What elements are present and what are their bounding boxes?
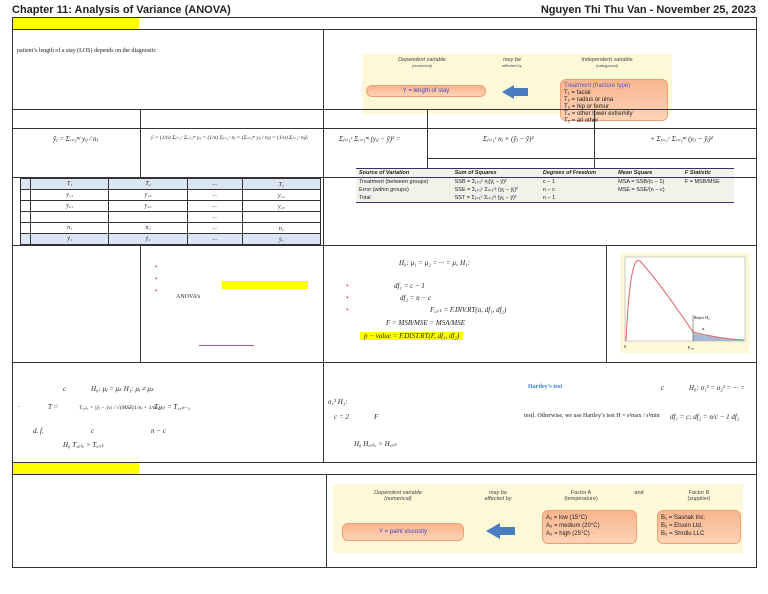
- f-dist-cell: Reject H₀ α 0 F꜀ᵣᵢₜ: [606, 245, 757, 363]
- empty-cell: [140, 109, 324, 129]
- tukey-reject: H₀ T꜀ₐₗ꜀ > T꜀ᵣᵢₜ: [63, 441, 104, 449]
- hypothesis: H₀: μ₁ = μ₂ = ··· = μ꜀ H₁:: [399, 259, 470, 267]
- tukey-cell: c H₀: μⱼ = μₖ H₁: μⱼ ≠ μₖ · T = T꜀ₐₗ꜀ = …: [12, 362, 324, 463]
- grand-mean-cell: ȳ = (1/n) Σⱼ₌₁ᶜ Σᵢ₌₁ⁿʲ yᵢⱼ = (1/n) Σⱼ₌₁ᶜ…: [140, 128, 324, 178]
- hartley-link[interactable]: Hartley’s test: [528, 384, 562, 390]
- bullet: •: [155, 263, 158, 271]
- intro-text: patient’s length of a stay (LOS) depends…: [17, 48, 157, 54]
- diagram-los: Dependent variable (numerical) may be affe…: [362, 54, 672, 124]
- bullet: •: [346, 306, 349, 314]
- table-row: y₂₁ y₂₂... y₂꜀: [20, 200, 322, 212]
- bullet: •: [155, 287, 158, 295]
- anova-table-cell: Source of Variation Sum of Squares Degrees…: [323, 168, 757, 246]
- hartley-df: df₁ = c; df₂ = n/c − 1 df₂: [670, 413, 740, 421]
- intro-cell: patient’s length of a stay (LOS) depends…: [12, 29, 324, 110]
- bullet: •: [155, 275, 158, 283]
- tukey-t: T =: [48, 403, 59, 411]
- f-test-cell: H₀: μ₁ = μ₂ = ··· = μ꜀ H₁: • • • df₁ = c…: [323, 245, 607, 363]
- bullet: •: [346, 282, 349, 290]
- group-mean-formula: ȳⱼ = Σᵢ₌₁ⁿʲ yᵢⱼ / nⱼ: [53, 135, 98, 143]
- arrow-left-icon: [486, 523, 500, 539]
- tukey-nc: n − c: [151, 427, 166, 435]
- table-row: ȳ₁ ȳ₂... ȳ꜀: [20, 233, 322, 245]
- table-row: Total SST = Σⱼ₌₁ᶜ Σᵢ₌₁ⁿʲ (yᵢⱼ − ȳ)² n − 1: [359, 195, 556, 201]
- link-underline[interactable]: [199, 345, 254, 346]
- p-value: p − value = F.DIST.RT(F, df₁, df₂): [360, 332, 464, 340]
- empty-cell: [12, 109, 141, 129]
- table-row: Error (within groups) SSE = Σⱼ₌₁ᶜ Σᵢ₌₁ⁿʲ …: [359, 187, 665, 193]
- tukey-tcrit: T꜀ᵣᵢₜ = T꜀,ₙ₋꜀: [154, 403, 191, 411]
- sse-cell: + Σⱼ₌₁ᶜ Σᵢ₌₁ⁿʲ (yᵢⱼ − ȳⱼ)²: [594, 128, 757, 159]
- hartley-hyp2: σ꜀² H₁:: [328, 398, 348, 406]
- tukey-tcalc: T꜀ₐₗ꜀ = |ȳⱼ − ȳₖ| / √(MSE(1/nⱼ + 1/nₖ)): [79, 405, 162, 411]
- hartley-c: c: [661, 384, 665, 392]
- factor-b-box: B₁ = Sasnak Inc. B₂ = Etsoin Ltd. B₃ = Shr…: [657, 510, 741, 544]
- hartley-text: test]. Otherwise, we use Hartley’s test …: [524, 413, 660, 419]
- bullet: •: [346, 294, 349, 302]
- factor-a-box: A₁ = low (15°C) A₂ = medium (20°C) A₃ = hi…: [542, 510, 637, 544]
- alpha-label: α: [702, 326, 704, 331]
- f-stat: F = MSB/MSE = MSA/MSE: [386, 319, 466, 327]
- may-be-label-2: may be affected by: [484, 490, 512, 502]
- bullet: ·: [18, 403, 21, 411]
- dep-label: Dependent variable (numerical): [398, 57, 446, 68]
- arrow-left-shaft: [499, 527, 515, 535]
- zero-label: 0: [624, 344, 626, 349]
- empty-cell: [12, 474, 327, 568]
- f-distribution-chart: Reject H₀ α 0 F꜀ᵣᵢₜ: [620, 253, 750, 353]
- ssb-formula: Σⱼ₌₁ᶜ nⱼ × (ȳⱼ − ȳ)²: [483, 135, 534, 143]
- author-date: Nguyen Thi Thu Van - November 25, 2023: [540, 4, 756, 16]
- sse-formula: + Σⱼ₌₁ᶜ Σᵢ₌₁ⁿʲ (yᵢⱼ − ȳⱼ)²: [650, 135, 713, 143]
- grand-mean-formula: ȳ = (1/n) Σⱼ₌₁ᶜ Σᵢ₌₁ⁿʲ yᵢⱼ = (1/n) Σⱼ₌₁ᶜ…: [151, 135, 309, 141]
- hartley-cell: Hartley’s test c H₀: σ₁² = σ₂² = ··· = σ…: [323, 362, 757, 463]
- hartley-reject: H₀ H꜀ₐₗ꜀ > H꜀ᵣᵢₜ: [354, 440, 397, 448]
- factor-a-label: Factor A (temperature): [564, 490, 598, 502]
- section-highlight-2: [13, 463, 139, 474]
- empty-cell: [427, 109, 595, 129]
- diagram1-cell: Dependent variable (numerical) may be affe…: [323, 29, 757, 124]
- table-row: T₁ T₂... T꜀: [20, 178, 322, 190]
- group-mean-cell: ȳⱼ = Σᵢ₌₁ⁿʲ yᵢⱼ / nⱼ: [12, 128, 141, 178]
- sst-formula: Σⱼ₌₁ᶜ Σᵢ₌₁ⁿʲ (yᵢⱼ − ȳ)² =: [339, 135, 401, 143]
- table-row: ...: [20, 211, 322, 223]
- diagram2-cell: Dependent variable (numerical) may be affe…: [326, 474, 757, 568]
- arrow-left-icon: [502, 85, 514, 99]
- hartley-f: F: [374, 413, 379, 421]
- and-label: and: [634, 490, 644, 496]
- table-row: n₁ n₂... n꜀: [20, 222, 322, 234]
- factor-b-label: Factor B (supplier): [687, 490, 711, 502]
- f-crit: F꜀ᵣᵢₜ = F.INV.RT(α, df₁, df₂): [430, 306, 507, 314]
- tukey-c2: c: [91, 427, 95, 435]
- anova-s-text: ANOVA’s: [176, 294, 201, 300]
- page-title: Chapter 11: Analysis of Variance (ANOVA): [12, 4, 231, 16]
- df2: df₂ = n − c: [400, 294, 431, 302]
- table-row: Treatment (between groups) SSB = Σⱼ₌₁ᶜ nⱼ…: [359, 179, 720, 185]
- fcrit-label: F꜀ᵣᵢₜ: [688, 345, 694, 350]
- empty-cell: [594, 109, 757, 129]
- tukey-c: c: [63, 385, 67, 393]
- anova-notes-cell: • • • ANOVA’s: [140, 245, 324, 363]
- y-length-of-stay: Y = length of stay: [366, 85, 486, 97]
- diagram-paint: Dependent variable (numerical) may be affe…: [333, 484, 743, 553]
- ssb-cell: Σⱼ₌₁ᶜ nⱼ × (ȳⱼ − ȳ)²: [427, 128, 595, 159]
- reject-label: Reject H₀: [694, 315, 710, 320]
- empty-cell: [12, 245, 141, 363]
- df1: df₁ = c − 1: [394, 282, 425, 290]
- dep-label-2: Dependent variable (numerical): [374, 490, 422, 502]
- data-table: T₁ T₂... T꜀ y₁₁ y₁₂... y₁꜀ y₂₁ y₂₂... y₂꜀ ... …: [20, 178, 322, 245]
- tukey-df: d. f.: [33, 427, 44, 435]
- may-be-label: may be affected by: [502, 57, 522, 68]
- hartley-hyp: H₀: σ₁² = σ₂² = ··· =: [689, 384, 745, 392]
- anova-table: Source of Variation Sum of Squares Degrees…: [356, 168, 734, 203]
- section-highlight-1: [13, 18, 139, 29]
- arrow-left-shaft: [514, 88, 528, 96]
- hartley-c2: c = 2: [334, 413, 349, 421]
- table-row: y₁₁ y₁₂... y₁꜀: [20, 189, 322, 201]
- empty-cell: [323, 109, 428, 129]
- highlight: [222, 281, 308, 289]
- tukey-hyp: H₀: μⱼ = μₖ H₁: μⱼ ≠ μₖ: [91, 385, 154, 393]
- y-paint-viscosity: Y = paint viscosity: [342, 523, 464, 541]
- indep-label: Independent variable (categorical): [581, 57, 633, 68]
